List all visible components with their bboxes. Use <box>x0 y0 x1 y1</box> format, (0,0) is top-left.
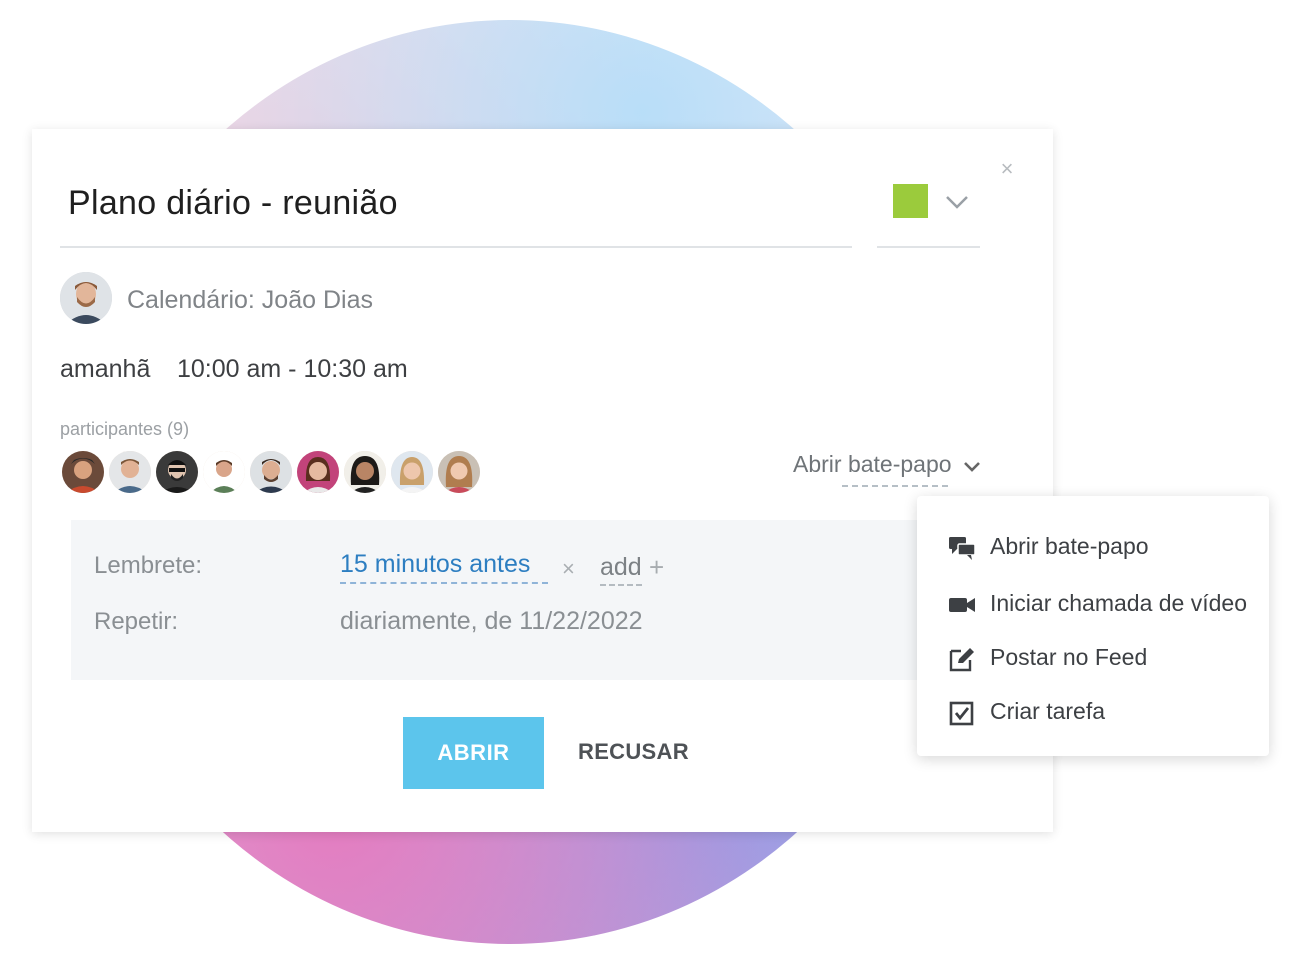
menu-item-label: Criar tarefa <box>990 698 1106 724</box>
event-title[interactable]: Plano diário - reunião <box>68 184 398 223</box>
chevron-down-icon[interactable] <box>942 187 972 217</box>
participant-avatar[interactable] <box>391 451 433 493</box>
menu-item-label: Iniciar chamada de vídeo <box>990 590 1247 616</box>
participant-avatar[interactable] <box>109 451 151 493</box>
participant-avatar[interactable] <box>438 451 480 493</box>
menu-item-label: Abrir bate-papo <box>990 533 1149 559</box>
calendar-owner[interactable]: Calendário: João Dias <box>127 286 373 315</box>
add-reminder-underline <box>600 584 642 586</box>
decline-button[interactable]: RECUSAR <box>578 739 689 765</box>
menu-item-video-call[interactable]: Iniciar chamada de vídeo <box>917 582 1269 628</box>
color-underline <box>877 246 980 248</box>
close-icon[interactable]: × <box>998 158 1016 180</box>
video-camera-icon <box>949 598 975 612</box>
repeat-value: diariamente, de 11/22/2022 <box>340 607 643 635</box>
participant-avatar[interactable] <box>203 451 245 493</box>
task-checkbox-icon <box>949 701 974 726</box>
menu-item-label: Postar no Feed <box>990 644 1148 670</box>
event-day: amanhã <box>60 355 151 383</box>
event-color-swatch[interactable] <box>893 184 928 218</box>
participants-label: participantes (9) <box>60 419 190 439</box>
menu-item-post-feed[interactable]: Postar no Feed <box>917 636 1269 682</box>
reminder-panel: Lembrete: 15 minutos antes × add + Repet… <box>71 520 931 680</box>
title-underline <box>60 246 852 248</box>
event-time: 10:00 am - 10:30 am <box>177 355 408 383</box>
reminder-value[interactable]: 15 minutos antes <box>340 550 530 579</box>
edit-post-icon <box>949 648 974 672</box>
chat-toggle-underline <box>842 485 948 487</box>
remove-reminder-icon[interactable]: × <box>562 556 575 582</box>
menu-item-create-task[interactable]: Criar tarefa <box>917 690 1269 736</box>
participant-avatar[interactable] <box>62 451 104 493</box>
open-chat-toggle[interactable]: Abrir bate-papo <box>793 451 952 478</box>
plus-icon[interactable]: + <box>649 552 664 583</box>
chat-icon <box>949 537 976 560</box>
open-button[interactable]: ABRIR <box>403 717 544 789</box>
repeat-label: Repetir: <box>94 608 179 635</box>
chevron-down-icon[interactable] <box>963 460 981 474</box>
participant-avatar[interactable] <box>297 451 339 493</box>
participant-avatar[interactable] <box>156 451 198 493</box>
reminder-label: Lembrete: <box>94 552 203 579</box>
chat-actions-menu: Abrir bate-papo Iniciar chamada de vídeo… <box>917 496 1269 756</box>
add-reminder-link[interactable]: add <box>600 553 642 582</box>
reminder-underline <box>340 582 548 584</box>
participant-avatar[interactable] <box>344 451 386 493</box>
participant-avatar[interactable] <box>250 451 292 493</box>
avatar <box>60 272 112 324</box>
event-popup: × Plano diário - reunião Calendário: Joã… <box>32 129 1053 832</box>
menu-item-open-chat[interactable]: Abrir bate-papo <box>917 525 1269 571</box>
